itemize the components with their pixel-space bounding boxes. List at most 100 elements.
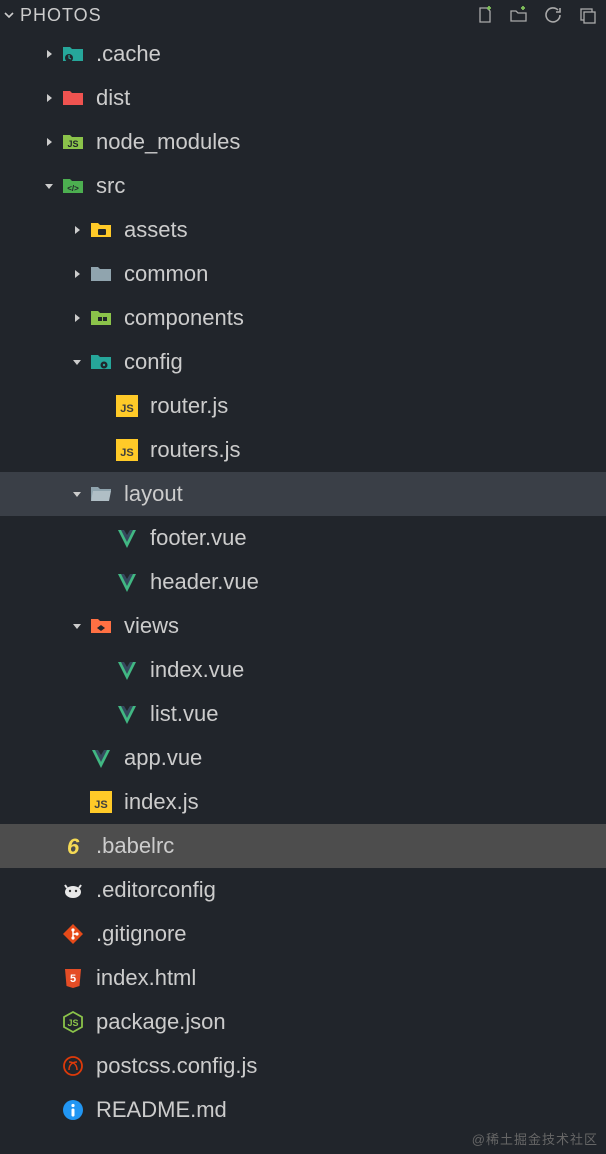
folder-config-icon xyxy=(88,349,114,375)
tree-item-label: list.vue xyxy=(150,701,218,727)
tree-item-index-vue[interactable]: index.vue xyxy=(0,648,606,692)
file-tree: .cache dist JS node_modules </>src assets comm… xyxy=(0,30,606,1132)
tree-item--cache[interactable]: .cache xyxy=(0,32,606,76)
chevron-down-icon[interactable] xyxy=(70,355,84,369)
folder-node-icon: JS xyxy=(60,129,86,155)
tree-item-node-modules[interactable]: JS node_modules xyxy=(0,120,606,164)
tree-item-label: postcss.config.js xyxy=(96,1053,257,1079)
tree-item-label: index.js xyxy=(124,789,199,815)
collapse-all-icon[interactable] xyxy=(576,4,598,26)
folder-views-icon xyxy=(88,613,114,639)
chevron-right-icon[interactable] xyxy=(70,267,84,281)
tree-item-label: .gitignore xyxy=(96,921,187,947)
tree-item-src[interactable]: </>src xyxy=(0,164,606,208)
folder-cache-icon xyxy=(60,41,86,67)
tree-item-layout[interactable]: layout xyxy=(0,472,606,516)
tree-item-views[interactable]: views xyxy=(0,604,606,648)
tree-item--babelrc[interactable]: 6 .babelrc xyxy=(0,824,606,868)
svg-text:JS: JS xyxy=(120,447,133,459)
vue-icon xyxy=(114,525,140,551)
tree-item-label: common xyxy=(124,261,208,287)
chevron-right-icon[interactable] xyxy=(70,311,84,325)
explorer-header: PHOTOS xyxy=(0,0,606,30)
js-icon: JS xyxy=(114,437,140,463)
tree-item-label: header.vue xyxy=(150,569,259,595)
folder-src-icon: </> xyxy=(60,173,86,199)
tree-item-label: index.vue xyxy=(150,657,244,683)
tree-item-label: config xyxy=(124,349,183,375)
tree-item-index-js[interactable]: JS index.js xyxy=(0,780,606,824)
tree-item-package-json[interactable]: JS package.json xyxy=(0,1000,606,1044)
tree-item-label: layout xyxy=(124,481,183,507)
tree-item-label: app.vue xyxy=(124,745,202,771)
chevron-right-icon[interactable] xyxy=(42,47,56,61)
postcss-icon xyxy=(60,1053,86,1079)
tree-item-list-vue[interactable]: list.vue xyxy=(0,692,606,736)
tree-item-label: assets xyxy=(124,217,188,243)
svg-text:JS: JS xyxy=(67,139,78,149)
tree-item-label: router.js xyxy=(150,393,228,419)
babel-icon: 6 xyxy=(60,833,86,859)
svg-text:JS: JS xyxy=(120,403,133,415)
js-icon: JS xyxy=(114,393,140,419)
new-file-icon[interactable] xyxy=(474,4,496,26)
tree-item-common[interactable]: common xyxy=(0,252,606,296)
chevron-down-icon[interactable] xyxy=(2,8,16,22)
tree-item-label: .editorconfig xyxy=(96,877,216,903)
editorconfig-icon xyxy=(60,877,86,903)
tree-item-routers-js[interactable]: JS routers.js xyxy=(0,428,606,472)
tree-item--gitignore[interactable]: .gitignore xyxy=(0,912,606,956)
tree-item-postcss-config-js[interactable]: postcss.config.js xyxy=(0,1044,606,1088)
tree-item-header-vue[interactable]: header.vue xyxy=(0,560,606,604)
tree-item-label: index.html xyxy=(96,965,196,991)
html-icon: 5 xyxy=(60,965,86,991)
folder-generic-icon xyxy=(88,261,114,287)
tree-item-app-vue[interactable]: app.vue xyxy=(0,736,606,780)
svg-text:6: 6 xyxy=(67,834,80,858)
header-actions xyxy=(474,4,598,26)
tree-item-label: views xyxy=(124,613,179,639)
chevron-right-icon[interactable] xyxy=(42,135,56,149)
tree-item-footer-vue[interactable]: footer.vue xyxy=(0,516,606,560)
chevron-down-icon[interactable] xyxy=(42,179,56,193)
tree-item-label: components xyxy=(124,305,244,331)
git-icon xyxy=(60,921,86,947)
tree-item-assets[interactable]: assets xyxy=(0,208,606,252)
chevron-down-icon[interactable] xyxy=(70,487,84,501)
tree-item-config[interactable]: config xyxy=(0,340,606,384)
tree-item-dist[interactable]: dist xyxy=(0,76,606,120)
tree-item-components[interactable]: components xyxy=(0,296,606,340)
svg-text:JS: JS xyxy=(94,799,107,811)
folder-open-icon xyxy=(88,481,114,507)
svg-text:</>: </> xyxy=(67,184,79,193)
tree-item-index-html[interactable]: 5 index.html xyxy=(0,956,606,1000)
tree-item-label: dist xyxy=(96,85,130,111)
chevron-right-icon[interactable] xyxy=(70,223,84,237)
tree-item-label: package.json xyxy=(96,1009,226,1035)
tree-item-readme-md[interactable]: README.md xyxy=(0,1088,606,1132)
vue-icon xyxy=(114,569,140,595)
tree-item-label: footer.vue xyxy=(150,525,247,551)
tree-item-label: routers.js xyxy=(150,437,240,463)
vue-icon xyxy=(114,657,140,683)
folder-assets-icon xyxy=(88,217,114,243)
chevron-down-icon[interactable] xyxy=(70,619,84,633)
tree-item-label: node_modules xyxy=(96,129,240,155)
refresh-icon[interactable] xyxy=(542,4,564,26)
tree-item--editorconfig[interactable]: .editorconfig xyxy=(0,868,606,912)
svg-text:5: 5 xyxy=(70,973,76,985)
tree-item-router-js[interactable]: JS router.js xyxy=(0,384,606,428)
folder-dist-icon xyxy=(60,85,86,111)
tree-item-label: .cache xyxy=(96,41,161,67)
folder-components-icon xyxy=(88,305,114,331)
new-folder-icon[interactable] xyxy=(508,4,530,26)
vue-icon xyxy=(88,745,114,771)
vue-icon xyxy=(114,701,140,727)
watermark: @稀土掘金技术社区 xyxy=(472,1129,598,1148)
nodejs-icon: JS xyxy=(60,1009,86,1035)
info-icon xyxy=(60,1097,86,1123)
tree-item-label: .babelrc xyxy=(96,833,174,859)
js-icon: JS xyxy=(88,789,114,815)
chevron-right-icon[interactable] xyxy=(42,91,56,105)
project-title: PHOTOS xyxy=(20,5,102,26)
